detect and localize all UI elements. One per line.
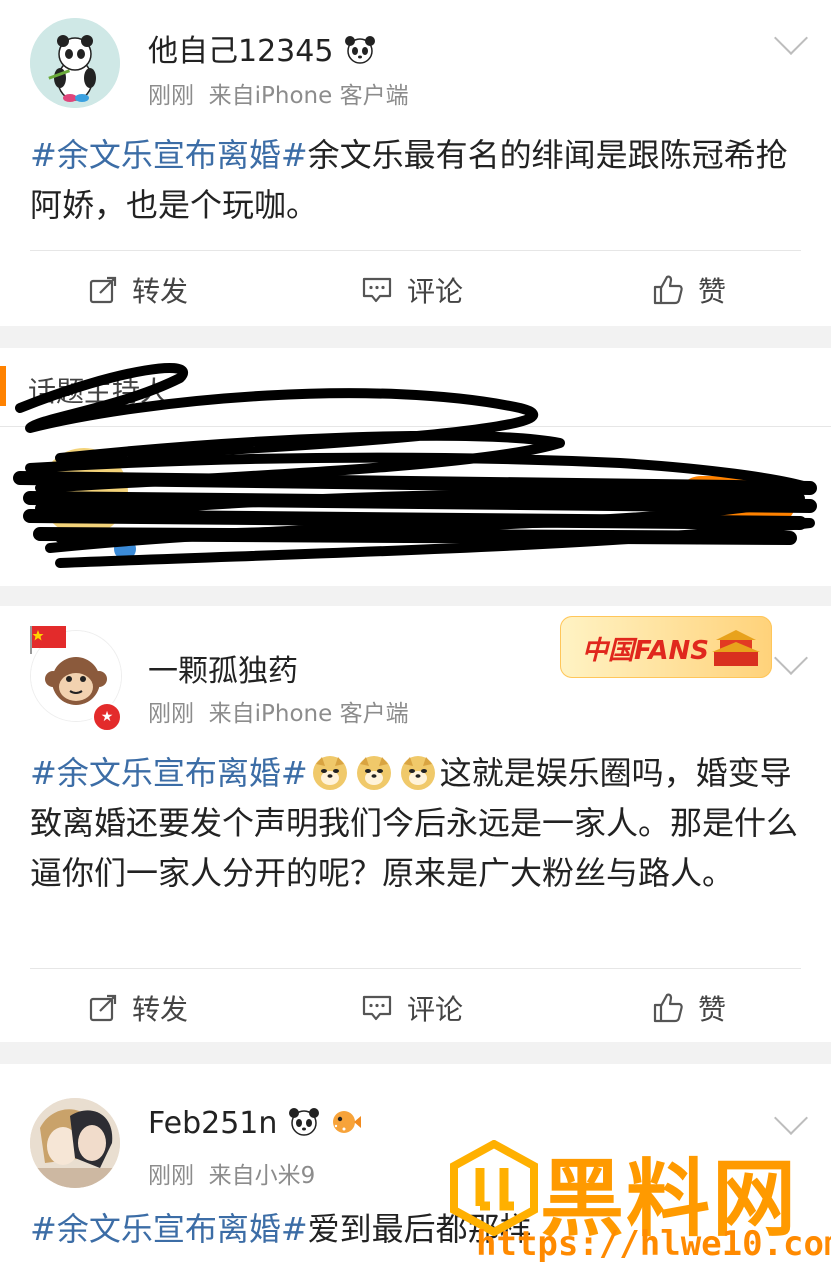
tiananmen-icon [712, 630, 760, 666]
watermark-url: https://hlwe10.com [476, 1224, 831, 1264]
repost-label: 转发 [132, 275, 189, 308]
topic-link[interactable]: #余文乐宣布离婚# [30, 136, 308, 174]
post-source: 来自iPhone 客户端 [208, 701, 409, 727]
panda-avatar-image [30, 18, 120, 108]
post-time: 刚刚 [148, 83, 194, 109]
username-text[interactable]: 他自己12345 [148, 34, 333, 69]
post-content: #余文乐宣布离婚#余文乐最有名的绯闻是跟陈冠希抢阿娇，也是个玩咖。 [30, 130, 805, 230]
puffer-fish-emoji-icon [333, 1111, 362, 1133]
comment-icon [362, 995, 392, 1021]
topic-link[interactable]: #余文乐宣布离婚# [30, 1210, 308, 1248]
chevron-down-icon[interactable] [774, 1101, 808, 1135]
panda-emoji-icon [344, 36, 375, 64]
topic-host-section: 话题主持人 [0, 348, 831, 586]
post-meta: 刚刚 来自iPhone 客户端 [148, 76, 409, 110]
site-watermark: 黑料网 https://hlwe10.com [446, 1140, 831, 1270]
post-source: 来自小米9 [208, 1163, 316, 1189]
watermark-logo-icon [450, 1140, 538, 1236]
username[interactable]: 一颗孤独药 [148, 646, 298, 690]
comment-button[interactable]: 评论 [361, 270, 463, 310]
anime-avatar-image [30, 1098, 120, 1188]
thumbs-up-icon [653, 275, 683, 305]
like-label: 赞 [698, 993, 727, 1026]
username-text[interactable]: Feb251n [148, 1106, 277, 1141]
divider [30, 250, 801, 251]
action-bar: 转发 评论 赞 [0, 258, 831, 318]
china-fans-badge[interactable]: 中国FANS [560, 616, 772, 678]
like-button[interactable]: 赞 [652, 270, 726, 310]
china-fans-badge-text: 中国FANS [582, 636, 710, 666]
repost-button[interactable]: 转发 [88, 988, 188, 1028]
post-meta: 刚刚 来自小米9 [148, 1156, 315, 1190]
action-bar: 转发 评论 赞 [0, 974, 831, 1034]
chevron-down-icon[interactable] [774, 641, 808, 675]
avatar[interactable] [30, 1098, 120, 1188]
post-content: #余文乐宣布离婚# 这就是娱乐圈吗，婚变导致离婚还要发个声明我们今后永远是一家人。… [30, 748, 805, 898]
repost-icon [89, 994, 117, 1022]
comment-label: 评论 [407, 275, 464, 308]
topic-link[interactable]: #余文乐宣布离婚# [30, 754, 308, 792]
red-star-badge-icon: ★ [92, 702, 122, 732]
like-label: 赞 [698, 275, 727, 308]
username[interactable]: Feb251n [148, 1106, 362, 1141]
panda-emoji-icon [288, 1108, 319, 1136]
post-source: 来自iPhone 客户端 [208, 83, 409, 109]
post-time: 刚刚 [148, 701, 194, 727]
doge-emoji-icon [312, 756, 347, 790]
comment-label: 评论 [407, 993, 464, 1026]
repost-label: 转发 [132, 993, 189, 1026]
comment-button[interactable]: 评论 [361, 988, 463, 1028]
username[interactable]: 他自己12345 [148, 26, 377, 70]
like-button[interactable]: 赞 [652, 988, 726, 1028]
post-card-2: ★ 一颗孤独药 刚刚 来自iPhone 客户端 中国FANS #余文乐宣布离婚#… [0, 606, 831, 1042]
chevron-down-icon[interactable] [774, 21, 808, 55]
post-card-1: 他自己12345 刚刚 来自iPhone 客户端 #余文乐宣布离婚#余文乐最有名… [0, 0, 831, 326]
redaction-scribble [13, 363, 817, 568]
doge-emoji-icon [356, 756, 391, 790]
post-time: 刚刚 [148, 1163, 194, 1189]
thumbs-up-icon [653, 993, 683, 1023]
flag-icon [30, 626, 66, 654]
avatar[interactable] [30, 18, 120, 108]
post-meta: 刚刚 来自iPhone 客户端 [148, 694, 409, 728]
repost-button[interactable]: 转发 [88, 270, 188, 310]
doge-emoji-icon [400, 756, 435, 790]
repost-icon [89, 276, 117, 304]
username-text[interactable]: 一颗孤独药 [148, 654, 298, 689]
comment-icon [362, 277, 392, 303]
divider [30, 968, 801, 969]
